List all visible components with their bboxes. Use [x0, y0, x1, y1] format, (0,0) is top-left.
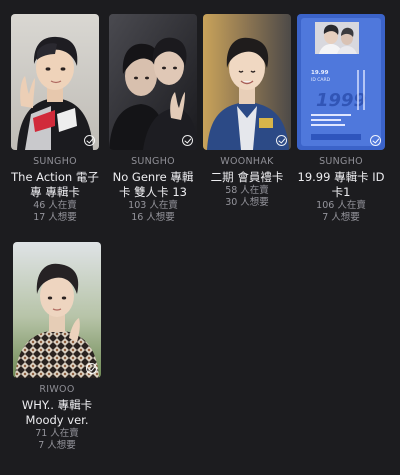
id-card-label-text: ID CARD	[311, 77, 331, 83]
photocard-image[interactable]	[11, 14, 99, 150]
check-circle-icon[interactable]	[276, 135, 287, 146]
photocard-item[interactable]: SUNGHO No Genre 專輯卡 雙人卡 13 103 人在賣 16 人想…	[108, 14, 198, 224]
check-circle-icon[interactable]	[86, 363, 97, 374]
wanting-count: 7 人想要	[38, 440, 76, 451]
photocard-image[interactable]	[203, 14, 291, 150]
photocard-image-graphic	[109, 14, 197, 150]
card-title: 19.99 專輯卡 ID卡1	[297, 170, 385, 199]
card-title: The Action 電子專 專輯卡	[11, 170, 99, 199]
member-name: SUNGHO	[131, 156, 175, 167]
id-card-label-text: 19.99	[311, 70, 329, 76]
member-name: WOONHAK	[220, 156, 274, 167]
photocard-item[interactable]: 1999 19.99 ID CARD SUNGHO 19.99 專輯卡 ID卡1…	[296, 14, 386, 224]
card-title: No Genre 專輯卡 雙人卡 13	[112, 170, 194, 199]
photocard-item[interactable]: RIWOO WHY.. 專輯卡 Moody ver. 71 人在賣 7 人想要	[12, 242, 102, 452]
selling-count: 71 人在賣	[35, 428, 79, 439]
check-circle-icon[interactable]	[182, 135, 193, 146]
selling-count: 46 人在賣	[33, 200, 77, 211]
member-name: RIWOO	[39, 384, 75, 395]
photocard-image[interactable]: 1999 19.99 ID CARD	[297, 14, 385, 150]
wanting-count: 7 人想要	[322, 212, 360, 223]
wanting-count: 17 人想要	[33, 212, 77, 223]
photocard-image-graphic	[203, 14, 291, 150]
selling-count: 58 人在賣	[225, 185, 269, 196]
member-name: SUNGHO	[33, 156, 77, 167]
photocard-image-graphic	[11, 14, 99, 150]
photocard-item[interactable]: WOONHAK 二期 會員禮卡 58 人在賣 30 人想要	[202, 14, 292, 209]
card-title: WHY.. 專輯卡 Moody ver.	[21, 398, 93, 427]
check-circle-icon[interactable]	[370, 135, 381, 146]
member-name: SUNGHO	[319, 156, 363, 167]
photocard-image[interactable]	[109, 14, 197, 150]
wanting-count: 30 人想要	[225, 197, 269, 208]
photocard-grid: SUNGHO The Action 電子專 專輯卡 46 人在賣 17 人想要	[0, 0, 400, 475]
selling-count: 103 人在賣	[128, 200, 178, 211]
card-title: 二期 會員禮卡	[210, 170, 284, 184]
check-circle-icon[interactable]	[84, 135, 95, 146]
wanting-count: 16 人想要	[131, 212, 175, 223]
selling-count: 106 人在賣	[316, 200, 366, 211]
photocard-image-graphic	[13, 242, 101, 378]
photocard-image-graphic: 1999 19.99 ID CARD	[297, 14, 385, 150]
photocard-item[interactable]: SUNGHO The Action 電子專 專輯卡 46 人在賣 17 人想要	[10, 14, 100, 224]
photocard-image[interactable]	[13, 242, 101, 378]
